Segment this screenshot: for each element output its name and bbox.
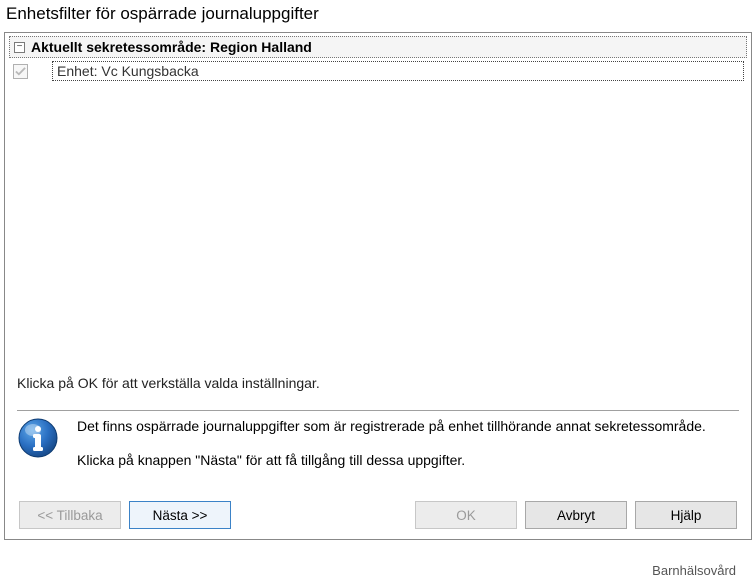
- tree-item-label[interactable]: Enhet: Vc Kungsbacka: [52, 61, 744, 81]
- tree-area: − Aktuellt sekretessområde: Region Halla…: [5, 33, 751, 368]
- tree-item-row: Enhet: Vc Kungsbacka: [9, 60, 747, 82]
- info-line-1: Det finns ospärrade journaluppgifter som…: [77, 417, 706, 437]
- info-text: Det finns ospärrade journaluppgifter som…: [77, 417, 706, 484]
- ok-button: OK: [415, 501, 517, 529]
- instruction-text: Klicka på OK för att verkställa valda in…: [17, 375, 320, 391]
- dialog-window: Enhetsfilter för ospärrade journaluppgif…: [0, 0, 756, 580]
- separator: [17, 410, 739, 411]
- check-icon: [15, 66, 26, 77]
- back-button: << Tillbaka: [19, 501, 121, 529]
- cancel-button[interactable]: Avbryt: [525, 501, 627, 529]
- unit-checkbox[interactable]: [13, 64, 28, 79]
- next-button[interactable]: Nästa >>: [129, 501, 231, 529]
- window-title: Enhetsfilter för ospärrade journaluppgif…: [0, 0, 756, 32]
- tree-group-label: Aktuellt sekretessområde: Region Halland: [31, 39, 312, 55]
- main-panel: − Aktuellt sekretessområde: Region Halla…: [4, 32, 752, 540]
- info-icon: [17, 417, 59, 459]
- footer-fragment: Barnhälsovård: [652, 563, 736, 578]
- help-button[interactable]: Hjälp: [635, 501, 737, 529]
- info-line-2: Klicka på knappen "Nästa" för att få til…: [77, 451, 706, 471]
- button-row: << Tillbaka Nästa >> OK Avbryt Hjälp: [5, 501, 751, 529]
- info-block: Det finns ospärrade journaluppgifter som…: [17, 417, 739, 484]
- collapse-icon[interactable]: −: [14, 42, 25, 53]
- tree-group-header[interactable]: − Aktuellt sekretessområde: Region Halla…: [9, 36, 747, 58]
